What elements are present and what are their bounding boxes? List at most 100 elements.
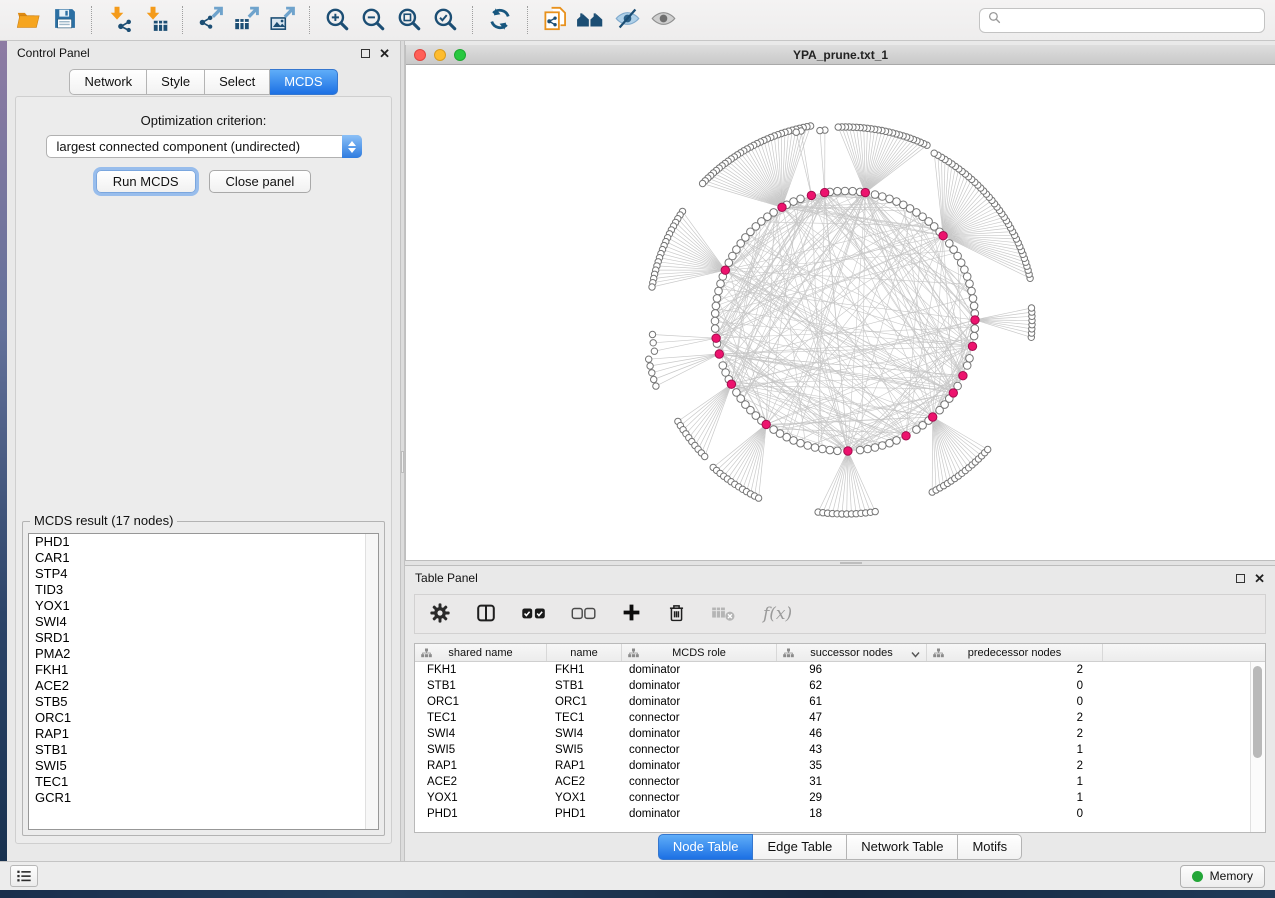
result-list-item[interactable]: STB1 — [29, 742, 378, 758]
horizontal-splitter[interactable] — [405, 560, 1275, 566]
hide-selected-button[interactable] — [609, 3, 645, 37]
cell-name: ORC1 — [547, 696, 622, 708]
column-header-name[interactable]: name — [547, 644, 622, 661]
mcds-result-scrollbar[interactable] — [365, 534, 378, 829]
duplicate-network-button[interactable] — [537, 3, 573, 37]
table-row[interactable]: TEC1TEC1connector472 — [415, 710, 1250, 726]
zoom-out-button[interactable] — [355, 3, 391, 37]
table-row[interactable]: ORC1ORC1dominator610 — [415, 694, 1250, 710]
table-row[interactable]: STB1STB1dominator620 — [415, 678, 1250, 694]
column-header-shared-name[interactable]: shared name — [415, 644, 547, 661]
zoom-in-button[interactable] — [319, 3, 355, 37]
column-header-label: successor nodes — [810, 647, 893, 659]
result-list-item[interactable]: PHD1 — [29, 534, 378, 550]
cell-name: STB1 — [547, 680, 622, 692]
zoom-selected-button[interactable] — [427, 3, 463, 37]
cell-predecessor_nodes: 2 — [927, 728, 1103, 740]
result-list-item[interactable]: PMA2 — [29, 646, 378, 662]
column-header-predecessor-nodes[interactable]: predecessor nodes — [927, 644, 1103, 661]
result-list-item[interactable]: YOX1 — [29, 598, 378, 614]
criterion-dropdown[interactable]: largest connected component (undirected) — [46, 135, 362, 158]
select-all-checkbox-button[interactable] — [521, 604, 547, 625]
application-window: Control Panel ✕ NetworkStyleSelectMCDS O… — [0, 0, 1275, 898]
export-image-button[interactable] — [264, 3, 300, 37]
splitter-grip[interactable] — [840, 562, 862, 564]
first-neighbors-button[interactable] — [573, 3, 609, 37]
result-list-item[interactable]: FKH1 — [29, 662, 378, 678]
table-row[interactable]: RAP1RAP1dominator352 — [415, 758, 1250, 774]
run-mcds-button[interactable]: Run MCDS — [96, 170, 196, 193]
result-list-item[interactable]: TEC1 — [29, 774, 378, 790]
tab-mcds[interactable]: MCDS — [270, 69, 337, 95]
result-list-item[interactable]: TID3 — [29, 582, 378, 598]
save-session-button[interactable] — [46, 3, 82, 37]
result-list-item[interactable]: RAP1 — [29, 726, 378, 742]
tab-edge-table[interactable]: Edge Table — [753, 834, 847, 860]
cell-mcds_role: connector — [622, 792, 777, 804]
table-row[interactable]: FKH1FKH1dominator962 — [415, 662, 1250, 678]
workspace: Control Panel ✕ NetworkStyleSelectMCDS O… — [0, 41, 1275, 861]
tab-network-table[interactable]: Network Table — [847, 834, 958, 860]
close-panel-icon[interactable]: ✕ — [379, 49, 390, 58]
result-list-item[interactable]: ORC1 — [29, 710, 378, 726]
column-header-successor-nodes[interactable]: successor nodes — [777, 644, 927, 661]
add-column-button[interactable] — [621, 602, 642, 626]
open-file-button[interactable] — [10, 3, 46, 37]
tab-select[interactable]: Select — [205, 69, 270, 95]
sort-chevron-icon[interactable] — [911, 649, 920, 661]
result-list-item[interactable]: SRD1 — [29, 630, 378, 646]
mcds-result-items: PHD1CAR1STP4TID3YOX1SWI4SRD1PMA2FKH1ACE2… — [29, 534, 378, 806]
toolbar-separator — [182, 6, 183, 34]
deselect-all-checkbox-icon — [571, 604, 597, 625]
table-row[interactable]: YOX1YOX1connector291 — [415, 790, 1250, 806]
import-network-button[interactable] — [101, 3, 137, 37]
result-list-item[interactable]: STB5 — [29, 694, 378, 710]
result-list-item[interactable]: STP4 — [29, 566, 378, 582]
deselect-all-checkbox-button[interactable] — [571, 604, 597, 625]
network-window-titlebar: YPA_prune.txt_1 — [406, 45, 1275, 65]
zoom-fit-button[interactable] — [391, 3, 427, 37]
task-history-button[interactable] — [10, 865, 38, 887]
table-row[interactable]: ACE2ACE2connector311 — [415, 774, 1250, 790]
import-table-button[interactable] — [137, 3, 173, 37]
close-panel-icon[interactable]: ✕ — [1254, 574, 1265, 583]
table-row[interactable]: SWI4SWI4dominator462 — [415, 726, 1250, 742]
close-panel-button[interactable]: Close panel — [209, 170, 312, 193]
delete-column-button[interactable] — [666, 602, 687, 627]
export-network-button[interactable] — [192, 3, 228, 37]
mcds-result-list[interactable]: PHD1CAR1STP4TID3YOX1SWI4SRD1PMA2FKH1ACE2… — [28, 533, 379, 830]
table-row[interactable]: PHD1PHD1dominator180 — [415, 806, 1250, 822]
table-scrollbar[interactable] — [1250, 662, 1265, 832]
open-file-icon — [15, 5, 42, 35]
search-box[interactable] — [979, 8, 1265, 33]
column-header-MCDS-role[interactable]: MCDS role — [622, 644, 777, 661]
float-panel-icon[interactable] — [1236, 574, 1245, 583]
tab-style[interactable]: Style — [147, 69, 205, 95]
refresh-view-button[interactable] — [482, 3, 518, 37]
result-list-item[interactable]: SWI4 — [29, 614, 378, 630]
float-panel-icon[interactable] — [361, 49, 370, 58]
settings-button[interactable] — [429, 602, 451, 627]
result-list-item[interactable]: ACE2 — [29, 678, 378, 694]
cell-shared_name: SWI4 — [415, 728, 547, 740]
cell-shared_name: ORC1 — [415, 696, 547, 708]
table-row[interactable]: SWI5SWI5connector431 — [415, 742, 1250, 758]
result-list-item[interactable]: GCR1 — [29, 790, 378, 806]
tab-motifs[interactable]: Motifs — [958, 834, 1022, 860]
cell-mcds_role: dominator — [622, 696, 777, 708]
memory-button[interactable]: Memory — [1180, 865, 1265, 888]
tab-node-table[interactable]: Node Table — [658, 834, 754, 860]
zoom-selected-icon — [432, 6, 458, 35]
network-canvas[interactable] — [406, 65, 1275, 560]
splitter-grip[interactable] — [401, 451, 404, 473]
result-list-item[interactable]: SWI5 — [29, 758, 378, 774]
vertical-splitter[interactable] — [400, 41, 405, 861]
export-table-button[interactable] — [228, 3, 264, 37]
result-list-item[interactable]: CAR1 — [29, 550, 378, 566]
tab-network[interactable]: Network — [69, 69, 147, 95]
search-input[interactable] — [1007, 13, 1256, 27]
show-all-button[interactable] — [645, 3, 681, 37]
column-visibility-button[interactable] — [475, 602, 497, 627]
scrollbar-thumb[interactable] — [1253, 666, 1262, 758]
table-panel-title: Table Panel — [415, 571, 478, 585]
